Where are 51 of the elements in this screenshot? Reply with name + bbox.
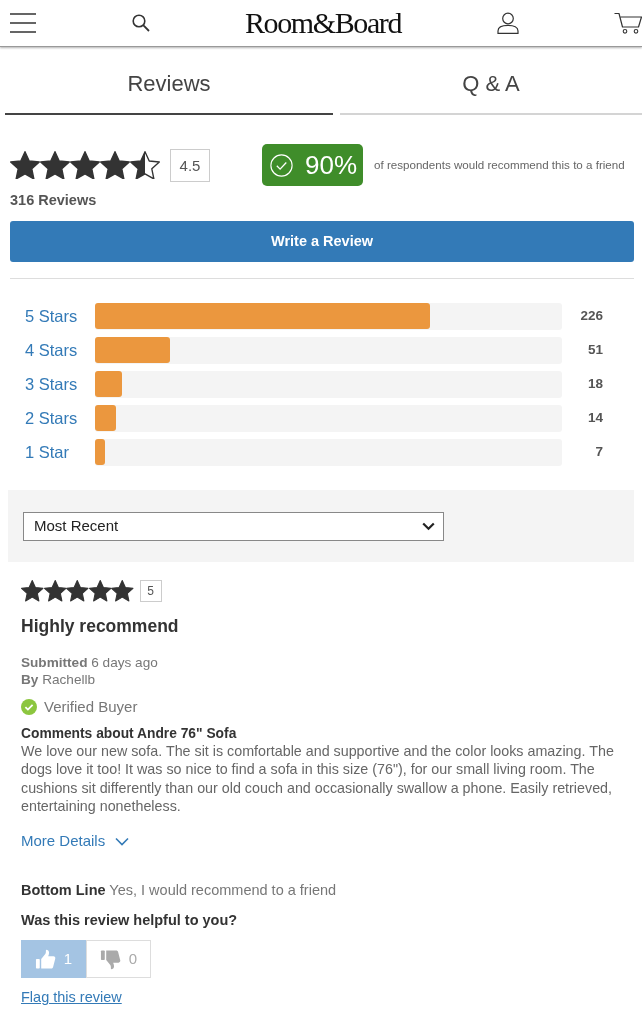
more-details-link[interactable]: More Details <box>21 831 130 852</box>
verified-buyer-label: Verified Buyer <box>44 696 138 717</box>
recommend-text: of respondents would recommend this to a friend <box>374 157 625 174</box>
tab[interactable]: Reviews <box>5 47 333 115</box>
rating-count: 7 <box>594 443 603 462</box>
flag-review-link[interactable]: Flag this review <box>21 987 122 1008</box>
check-circle-icon <box>270 153 293 177</box>
review-count: 316 Reviews <box>10 192 98 209</box>
rating-value: 5 <box>139 580 162 602</box>
check-circle-icon <box>21 699 37 715</box>
star-icon <box>100 150 130 180</box>
helpful-question: Was this review helpful to you? <box>21 911 239 931</box>
rating-filter-link[interactable]: 3 Stars <box>25 371 95 398</box>
rating-filter-link[interactable]: 5 Stars <box>25 303 95 330</box>
search-icon[interactable] <box>131 14 150 32</box>
star-icon <box>111 580 134 602</box>
rating-count: 51 <box>586 341 603 360</box>
thumbs-up-icon <box>34 948 56 970</box>
rating-filter-link[interactable]: 4 Stars <box>25 337 95 364</box>
submitted-date: Submitted 6 days ago <box>21 654 159 671</box>
tab[interactable]: Q & A <box>340 47 642 115</box>
write-review-button[interactable]: Write a Review <box>10 221 634 262</box>
bottom-line: Bottom Line Yes, I would recommend to a friend <box>21 881 338 901</box>
rating-value: 4.5 <box>170 148 210 182</box>
star-icon <box>43 580 66 602</box>
star-icon <box>88 580 111 602</box>
review-title: Highly recommend <box>21 616 180 636</box>
logo[interactable]: Room&Board <box>245 8 401 38</box>
menu-icon[interactable] <box>10 13 36 33</box>
star-icon <box>66 580 89 602</box>
comments-heading: Comments about Andre 76" Sofa <box>21 725 238 742</box>
rating-count: 226 <box>579 307 603 326</box>
star-icon <box>40 150 70 180</box>
star-icon <box>70 150 100 180</box>
rating-filter-link[interactable]: 1 Star <box>25 439 95 466</box>
review-author: By Rachellb <box>21 671 97 688</box>
recommend-percent: 90% <box>305 152 358 178</box>
chevron-down-icon <box>422 522 435 531</box>
cart-icon[interactable] <box>614 12 642 34</box>
review-text: We love our new sofa. The sit is comfortable and supportive and the color looks amazing. The dogs love it too! It was so nice to find a sofa in this size (76"), for our small living room. The cushions sit differently than our old couch and occasionally swallow a phone. Easily retrieved, entertaining nonetheless. <box>21 742 615 816</box>
star-icon <box>21 580 44 602</box>
thumbs-down-button[interactable]: 0 <box>86 940 151 979</box>
chevron-down-icon <box>115 836 130 846</box>
rating-filter-link[interactable]: 2 Stars <box>25 405 95 432</box>
sort-select[interactable]: Most Recent <box>23 512 444 541</box>
rating-count: 14 <box>586 409 603 428</box>
user-icon[interactable] <box>496 12 519 34</box>
thumbs-down-icon <box>99 948 121 970</box>
rating-count: 18 <box>586 375 603 394</box>
star-icon <box>10 150 40 180</box>
star-icon <box>130 150 160 180</box>
